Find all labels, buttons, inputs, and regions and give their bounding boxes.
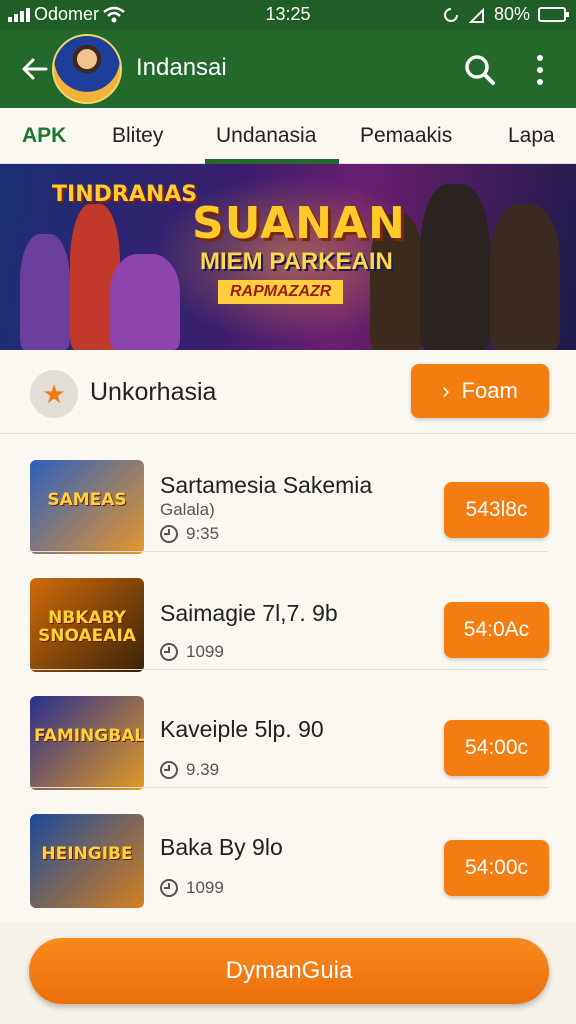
promo-banner[interactable]: TINDRANAS SUANAN MIEM PARKEAIN RAPMAZAZR [0,164,576,350]
banner-logo: TINDRANAS [52,182,198,207]
tab-lapa[interactable]: Lapa [508,124,555,148]
thumbnail-title: FAMINGBAL [34,726,144,746]
more-button[interactable] [526,50,554,90]
banner-tag: RAPMAZAZR [218,280,344,304]
item-meta: 1099 [160,642,224,662]
more-vertical-icon [537,67,543,73]
star-icon: ★ [30,370,78,418]
chevron-right-icon: › [442,378,450,403]
tab-apk[interactable]: APK [22,124,66,148]
bottom-bar: DymanGuia [0,922,576,1024]
banner-title: SUANAN [192,198,406,249]
banner-character [420,184,490,350]
list-item[interactable]: SAMEAS Sartamesia Sakemia Galala) 9:35 5… [0,434,576,554]
status-right: 80% [442,4,569,25]
arrow-left-icon [22,58,48,80]
price-button[interactable]: 54:00c [444,840,549,896]
item-title: Saimagie 7l,7. 9b [160,600,338,626]
tab-bar: APK Blitey Undanasia Pemaakis Lapa [0,108,576,164]
more-vertical-icon [537,55,543,61]
item-meta: 9:35 [160,524,219,544]
item-meta-value: 9:35 [186,524,220,543]
list-item[interactable]: FAMINGBAL Kaveiple 5lp. 90 9.39 54:00c [0,670,576,790]
section-action-label: Foam [461,378,518,403]
search-button[interactable] [460,50,500,90]
clock-icon [160,643,178,661]
item-meta-value: 1099 [186,642,224,661]
tab-pemaakis[interactable]: Pemaakis [360,124,452,148]
section-title: Unkorhasia [90,378,217,406]
primary-action-button[interactable]: DymanGuia [29,938,549,1004]
thumbnail-title: HEINGIBE [41,844,133,864]
avatar[interactable] [52,34,122,104]
section-header: ★ Unkorhasia › Foam [0,350,576,434]
item-meta-value: 1099 [186,878,224,897]
banner-subtitle: MIEM PARKEAIN [200,248,393,275]
back-button[interactable] [18,52,52,86]
status-bar: Odomer 13:25 80% [0,0,576,30]
item-subtitle: Galala) [160,500,215,519]
thumbnail-title: SAMEAS [47,490,127,510]
clock-icon [160,879,178,897]
app-bar: Indansai [0,30,576,108]
price-button[interactable]: 54:0Ac [444,602,549,658]
app-thumbnail: SAMEAS [30,460,144,554]
banner-character [110,254,180,350]
banner-character [490,204,560,350]
list-item[interactable]: NBKABY SNOAEAIA Saimagie 7l,7. 9b 1099 5… [0,552,576,672]
price-button[interactable]: 54:00c [444,720,549,776]
price-button[interactable]: 543l8c [444,482,549,538]
section-action-button[interactable]: › Foam [411,364,549,418]
item-title: Baka By 9lo [160,834,283,860]
more-vertical-icon [537,79,543,85]
app-list: SAMEAS Sartamesia Sakemia Galala) 9:35 5… [0,434,576,922]
item-meta: 9.39 [160,760,219,780]
thumbnail-title: NBKABY SNOAEAIA [38,608,136,646]
app-thumbnail: HEINGIBE [30,814,144,908]
item-title: Kaveiple 5lp. 90 [160,716,324,742]
item-meta: 1099 [160,878,224,898]
page-title: Indansai [136,54,227,81]
banner-character [20,234,70,350]
sync-icon [443,7,458,22]
list-item[interactable]: HEINGIBE Baka By 9lo 1099 54:00c [0,788,576,908]
tab-blitey[interactable]: Blitey [112,124,163,148]
no-signal-icon [468,7,484,23]
app-thumbnail: NBKABY SNOAEAIA [30,578,144,672]
app-thumbnail: FAMINGBAL [30,696,144,790]
battery-percent: 80% [493,4,530,24]
item-title: Sartamesia Sakemia [160,472,373,498]
battery-icon [538,7,569,22]
item-meta-value: 9.39 [186,760,220,779]
clock-icon [160,761,178,779]
clock-icon [160,525,178,543]
search-icon [465,55,495,85]
tab-undanasia[interactable]: Undanasia [216,124,316,148]
